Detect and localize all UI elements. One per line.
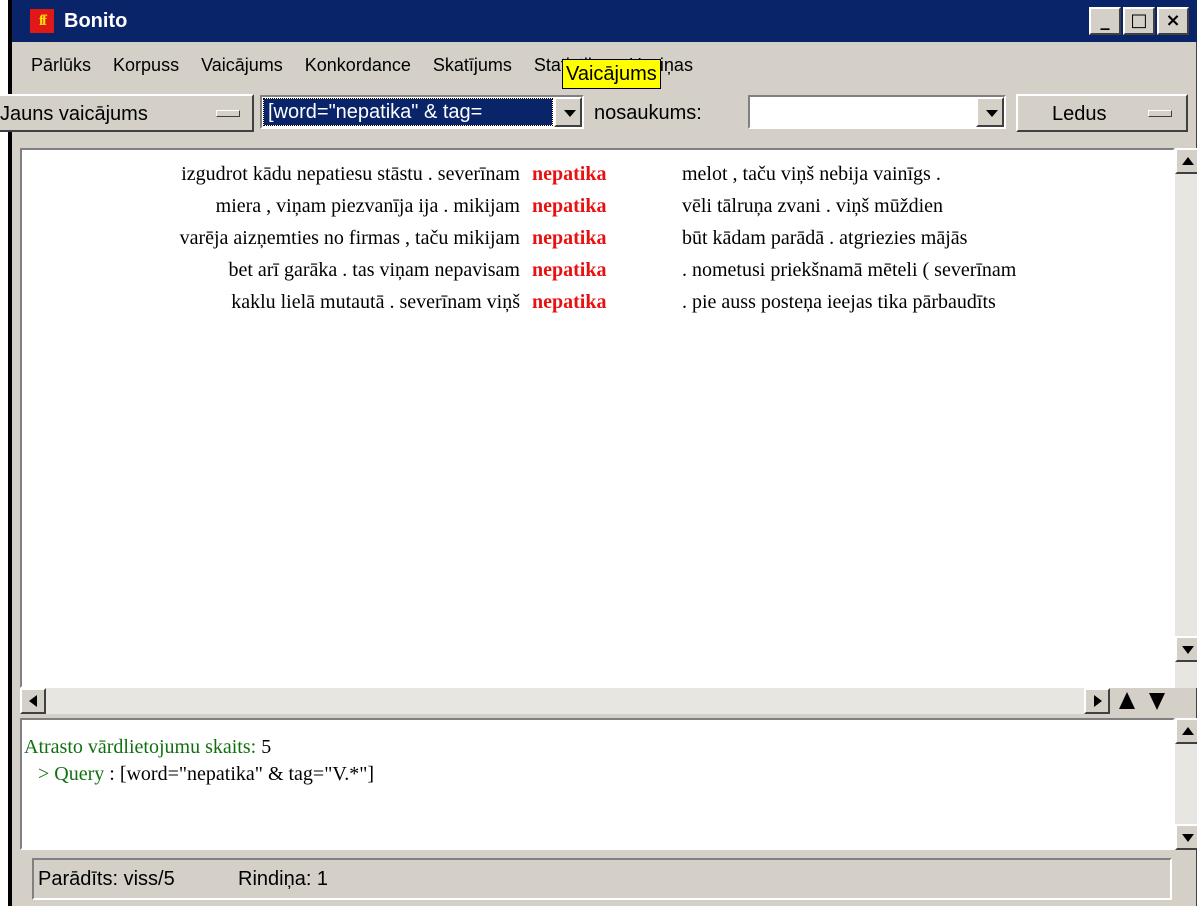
- concordance-row[interactable]: miera , viņam piezvanīja ija . mikijam n…: [22, 190, 1172, 222]
- concordance-row[interactable]: varēja aizņemties no firmas , taču mikij…: [22, 222, 1172, 254]
- scroll-right-icon[interactable]: [1084, 688, 1110, 714]
- info-scroll-up-icon[interactable]: [1175, 718, 1197, 744]
- info-scroll-down-icon[interactable]: [1175, 824, 1197, 850]
- right-context: vēli tālruņa zvani . viņš mūždien: [682, 195, 944, 217]
- minimize-button[interactable]: _: [1089, 7, 1121, 35]
- right-context: būt kādam parādā . atgriezies mājās: [682, 227, 968, 249]
- left-context: bet arī garāka . tas viņam nepavisam: [228, 259, 520, 281]
- scroll-down-icon[interactable]: [1175, 636, 1197, 662]
- name-input[interactable]: [752, 99, 974, 125]
- result-count-value: 5: [261, 736, 272, 758]
- keyword[interactable]: nepatika: [532, 222, 606, 254]
- ice-label: Ledus: [1052, 103, 1107, 125]
- line-navigation: [1117, 688, 1175, 714]
- left-context: varēja aizņemties no firmas , taču mikij…: [179, 227, 520, 249]
- name-label: nosaukums:: [594, 102, 702, 124]
- scroll-left-icon[interactable]: [20, 688, 46, 714]
- keyword[interactable]: nepatika: [532, 286, 606, 318]
- left-context: kaklu lielā mutautā . severīnam viņš: [231, 291, 520, 313]
- concordance-pane: izgudrot kādu nepatiesu stāstu . severīn…: [20, 148, 1175, 688]
- right-context: . pie auss posteņa ieejas tika pārbaudīt…: [682, 291, 996, 313]
- name-dropdown-arrow-icon[interactable]: [976, 97, 1004, 127]
- ice-grip-icon: [1148, 110, 1172, 117]
- left-context: miera , viņam piezvanīja ija . mikijam: [215, 195, 520, 217]
- keyword[interactable]: nepatika: [532, 254, 606, 286]
- right-context: . nometusi priekšnamā mēteli ( severīnam: [682, 259, 1017, 281]
- scroll-up-icon[interactable]: [1175, 148, 1197, 174]
- keyword[interactable]: nepatika: [532, 190, 606, 222]
- status-bar: Parādīts: viss/5 Rindiņa: 1: [32, 858, 1172, 900]
- next-line-icon[interactable]: [1149, 693, 1165, 710]
- result-count-line: Atrasto vārdlietojumu skaits: 5: [24, 736, 271, 759]
- ice-button[interactable]: Ledus: [1016, 94, 1188, 132]
- result-count-label: Atrasto vārdlietojumu skaits:: [24, 736, 257, 758]
- window-title: Bonito: [64, 10, 128, 32]
- concordance-horizontal-scrollbar[interactable]: [20, 688, 1110, 714]
- concordance-row[interactable]: bet arī garāka . tas viņam nepavisam nep…: [22, 254, 1172, 286]
- app-logo-icon: ff: [30, 9, 54, 33]
- close-button[interactable]: ×: [1157, 7, 1189, 35]
- concordance-vertical-scrollbar[interactable]: [1175, 148, 1197, 688]
- info-vertical-scrollbar[interactable]: [1175, 718, 1197, 850]
- new-query-button[interactable]: Jauns vaicājums: [0, 94, 254, 132]
- menu-parluks[interactable]: Pārlūks: [20, 52, 102, 78]
- query-dropdown-arrow-icon[interactable]: [554, 97, 582, 127]
- query-label: > Query: [38, 763, 105, 785]
- concordance-row[interactable]: kaklu lielā mutautā . severīnam viņš nep…: [22, 286, 1172, 318]
- menu-skatijums[interactable]: Skatījums: [422, 52, 523, 78]
- query-line: > Query : [word="nepatika" & tag="V.*"]: [38, 763, 374, 786]
- toolbar: Jauns vaicājums [word="nepatika" & tag= …: [0, 90, 1197, 140]
- desktop-edge: [0, 0, 12, 906]
- new-query-label: Jauns vaicājums: [0, 103, 148, 125]
- query-combobox[interactable]: [word="nepatika" & tag=: [260, 95, 584, 129]
- window-controls: _ □ ×: [1087, 7, 1189, 35]
- maximize-button[interactable]: □: [1123, 7, 1155, 35]
- concordance-row[interactable]: izgudrot kādu nepatiesu stāstu . severīn…: [22, 158, 1172, 190]
- keyword[interactable]: nepatika: [532, 158, 606, 190]
- status-shown: Parādīts: viss/5: [38, 868, 175, 890]
- name-combobox[interactable]: [748, 95, 1006, 129]
- menu-vaicajums[interactable]: Vaicājums: [190, 52, 294, 78]
- menu-konkordance[interactable]: Konkordance: [294, 52, 422, 78]
- right-context: melot , taču viņš nebija vainīgs .: [682, 163, 941, 185]
- menu-tooltip: Vaicājums: [562, 59, 661, 89]
- previous-line-icon[interactable]: [1119, 692, 1135, 709]
- status-row: Rindiņa: 1: [238, 868, 329, 890]
- query-value: : [word="nepatika" & tag="V.*"]: [109, 763, 375, 785]
- left-context: izgudrot kādu nepatiesu stāstu . severīn…: [181, 163, 520, 185]
- menu-korpuss[interactable]: Korpuss: [102, 52, 190, 78]
- new-query-grip-icon: [216, 110, 240, 117]
- query-input[interactable]: [word="nepatika" & tag=: [263, 98, 553, 126]
- result-info-pane: Atrasto vārdlietojumu skaits: 5 > Query …: [20, 718, 1175, 850]
- app-window: ff Bonito _ □ × Pārlūks Korpuss Vaicājum…: [0, 0, 1197, 906]
- title-bar[interactable]: ff Bonito _ □ ×: [12, 0, 1197, 42]
